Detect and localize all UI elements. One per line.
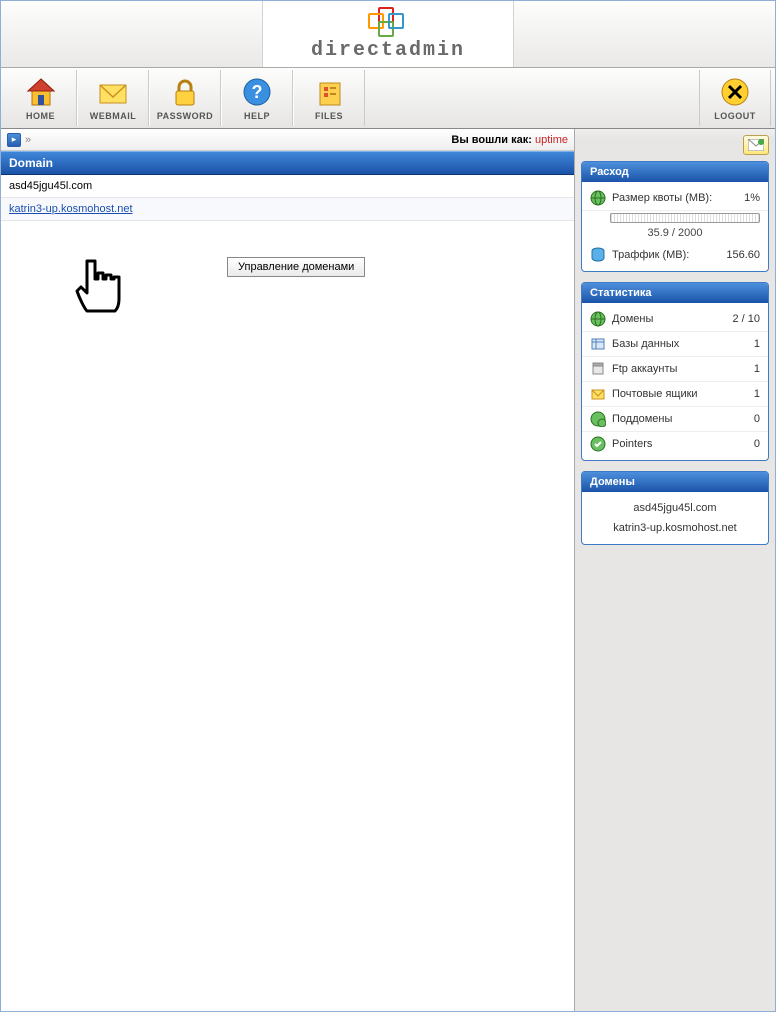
- main-toolbar: HOME WEBMAIL PASSWORD ? HELP FILES LOGOU…: [1, 67, 775, 129]
- disk-icon: [590, 247, 606, 263]
- mailbox-icon: [590, 386, 606, 402]
- stat-row: Ftp аккаунты1: [582, 357, 768, 382]
- traffic-label: Траффик (MB):: [612, 249, 720, 261]
- breadcrumb-sep: »: [25, 134, 31, 146]
- quota-label: Размер квоты (MB):: [612, 192, 720, 204]
- stats-panel-title: Статистика: [582, 283, 768, 303]
- globe-icon: [590, 311, 606, 327]
- stat-value: 1: [720, 363, 760, 375]
- stat-value: 0: [720, 438, 760, 450]
- messages-button[interactable]: [743, 135, 769, 155]
- domains-panel-title: Домены: [582, 472, 768, 492]
- stat-row: Поддомены0: [582, 407, 768, 432]
- breadcrumb-home-icon[interactable]: ▸: [7, 133, 21, 147]
- breadcrumb: ▸ » Вы вошли как: uptime: [1, 129, 574, 151]
- usage-panel-title: Расход: [582, 162, 768, 182]
- domain-section-header: Domain: [1, 151, 574, 175]
- help-button[interactable]: ? HELP: [221, 70, 293, 126]
- pointer-icon: [590, 436, 606, 452]
- stat-value: 1: [720, 338, 760, 350]
- header-bar: directadmin: [1, 1, 775, 67]
- quota-pct: 1%: [720, 192, 760, 204]
- logout-button[interactable]: LOGOUT: [699, 70, 771, 126]
- stat-label: Базы данных: [612, 338, 720, 350]
- home-button[interactable]: HOME: [5, 70, 77, 126]
- stat-label: Почтовые ящики: [612, 388, 720, 400]
- brand-logo: directadmin: [262, 1, 514, 67]
- files-label: FILES: [315, 111, 343, 121]
- svg-text:?: ?: [252, 82, 263, 102]
- folder-icon: [312, 75, 346, 109]
- stat-row: Pointers0: [582, 432, 768, 456]
- login-as-label: Вы вошли как:: [451, 134, 532, 146]
- mail-icon: [96, 75, 130, 109]
- logout-icon: [718, 75, 752, 109]
- usage-panel: Расход Размер квоты (MB): 1% 35.9 / 2000…: [581, 161, 769, 272]
- stat-row: Почтовые ящики1: [582, 382, 768, 407]
- logout-label: LOGOUT: [714, 111, 756, 121]
- domain-link[interactable]: katrin3-up.kosmohost.net: [9, 203, 133, 215]
- ftp-icon: [590, 361, 606, 377]
- stat-label: Поддомены: [612, 413, 720, 425]
- traffic-val: 156.60: [720, 249, 760, 261]
- domain-list-item[interactable]: asd45jgu45l.com: [588, 498, 762, 518]
- help-label: HELP: [244, 111, 270, 121]
- password-button[interactable]: PASSWORD: [149, 70, 221, 126]
- brand-text: directadmin: [311, 39, 465, 62]
- domain-name: asd45jgu45l.com: [9, 180, 92, 192]
- database-icon: [590, 336, 606, 352]
- domain-list-item[interactable]: katrin3-up.kosmohost.net: [588, 518, 762, 538]
- stat-label: Ftp аккаунты: [612, 363, 720, 375]
- files-button[interactable]: FILES: [293, 70, 365, 126]
- directadmin-icon: [368, 7, 408, 37]
- webmail-label: WEBMAIL: [90, 111, 137, 121]
- stat-row: Базы данных1: [582, 332, 768, 357]
- lock-icon: [168, 75, 202, 109]
- home-label: HOME: [26, 111, 55, 121]
- quota-text: 35.9 / 2000: [582, 225, 768, 243]
- stat-value: 2 / 10: [720, 313, 760, 325]
- subdomain-icon: [590, 411, 606, 427]
- login-as-user: uptime: [535, 134, 568, 146]
- stats-panel: Статистика Домены2 / 10Базы данных1Ftp а…: [581, 282, 769, 461]
- password-label: PASSWORD: [157, 111, 213, 121]
- stat-label: Домены: [612, 313, 720, 325]
- webmail-button[interactable]: WEBMAIL: [77, 70, 149, 126]
- globe-icon: [590, 190, 606, 206]
- stat-value: 0: [720, 413, 760, 425]
- domains-panel: Домены asd45jgu45l.comkatrin3-up.kosmoho…: [581, 471, 769, 545]
- quota-progress-bar: [610, 213, 760, 223]
- home-icon: [24, 75, 58, 109]
- stat-label: Pointers: [612, 438, 720, 450]
- domain-row: asd45jgu45l.com: [1, 175, 574, 198]
- envelope-icon: [748, 139, 764, 151]
- help-icon: ?: [240, 75, 274, 109]
- manage-domains-button[interactable]: Управление доменами: [227, 257, 365, 277]
- domain-row: katrin3-up.kosmohost.net: [1, 198, 574, 221]
- stat-row: Домены2 / 10: [582, 307, 768, 332]
- cursor-hand-icon: [71, 257, 121, 317]
- stat-value: 1: [720, 388, 760, 400]
